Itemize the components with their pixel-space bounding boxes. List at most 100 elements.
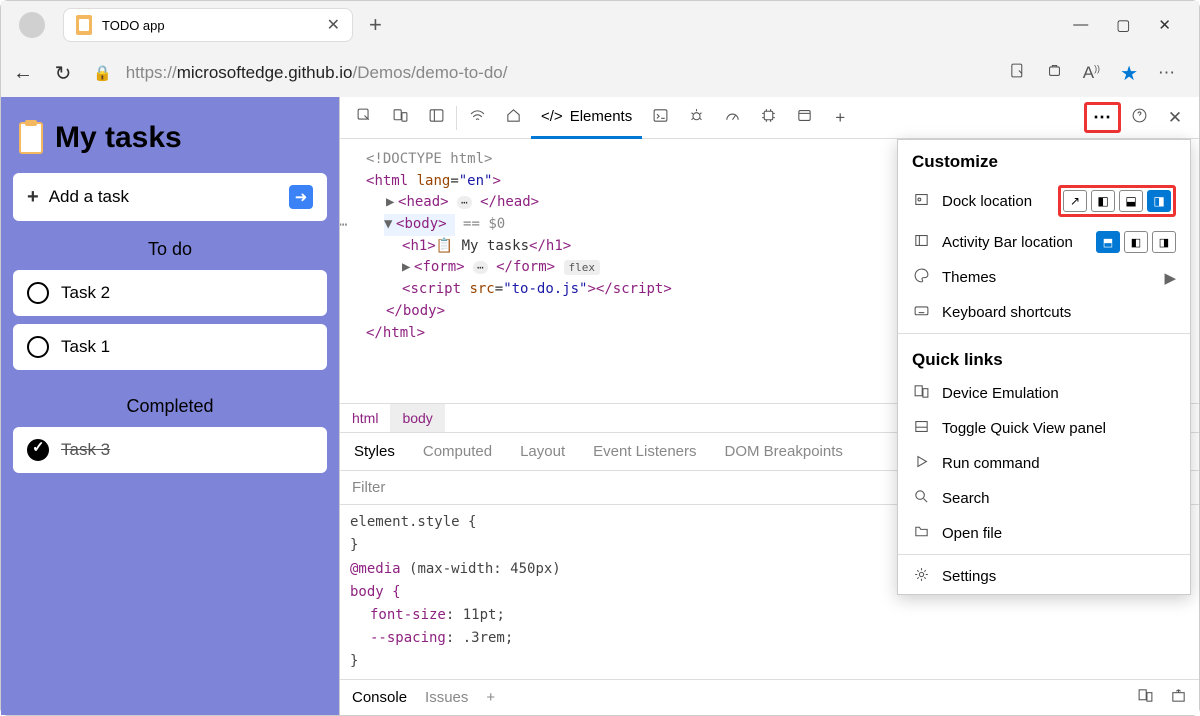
back-button[interactable]: ← <box>13 62 33 85</box>
add-task-placeholder: Add a task <box>49 187 279 207</box>
task-label: Task 3 <box>61 440 110 460</box>
favicon-icon <box>76 15 92 35</box>
activity-bar-row: Activity Bar location ⬒ ◧ ◨ <box>898 224 1190 260</box>
dock-location-group: ↗ ◧ ⬓ ◨ <box>1058 185 1176 217</box>
run-command-row[interactable]: Run command <box>898 446 1190 481</box>
quick-links-title: Quick links <box>898 338 1190 376</box>
window-close-icon[interactable]: ✕ <box>1158 16 1171 34</box>
tab-title: TODO app <box>102 18 317 33</box>
activity-right-icon[interactable]: ◨ <box>1152 231 1176 253</box>
device-icon <box>912 383 930 404</box>
read-aloud-icon[interactable]: A)) <box>1083 63 1100 83</box>
drawer-add-icon[interactable]: + <box>486 689 495 706</box>
dock-location-row: Dock location ↗ ◧ ⬓ ◨ <box>898 178 1190 224</box>
toggle-quick-view-row[interactable]: Toggle Quick View panel <box>898 411 1190 446</box>
window-maximize-icon[interactable]: ▢ <box>1116 16 1130 34</box>
devtools-pane: </> Elements + ⋯ ✕ ⋯ <!DOCTYPE html> <ht… <box>339 97 1199 715</box>
url-text: https://microsoftedge.github.io/Demos/de… <box>126 63 508 83</box>
performance-icon[interactable] <box>714 107 750 129</box>
dock-right-icon[interactable]: ◨ <box>1147 190 1171 212</box>
drawer-dock-icon[interactable] <box>1137 687 1154 708</box>
tab-computed[interactable]: Computed <box>409 433 506 470</box>
inspect-icon[interactable] <box>346 107 382 129</box>
keyboard-icon <box>912 302 930 323</box>
tab-styles[interactable]: Styles <box>340 433 409 470</box>
open-file-row[interactable]: Open file <box>898 516 1190 555</box>
themes-row[interactable]: Themes ▶ <box>898 260 1190 295</box>
edit-page-icon[interactable] <box>1009 62 1026 84</box>
drawer: Console Issues + <box>340 679 1199 715</box>
activity-bar-icon <box>912 232 930 253</box>
network-icon[interactable] <box>459 107 495 129</box>
window-minimize-icon[interactable]: — <box>1073 16 1088 34</box>
tab-elements[interactable]: </> Elements <box>531 97 642 139</box>
browser-menu-icon[interactable]: ⋯ <box>1158 63 1175 83</box>
memory-icon[interactable] <box>750 107 786 129</box>
device-toggle-icon[interactable] <box>382 107 418 129</box>
task-label: Task 2 <box>61 283 110 303</box>
activity-left-icon[interactable]: ◧ <box>1124 231 1148 253</box>
panel-icon <box>912 418 930 439</box>
dock-location-icon <box>912 191 930 212</box>
collections-icon[interactable] <box>1046 62 1063 84</box>
keyboard-shortcuts-row[interactable]: Keyboard shortcuts <box>898 295 1190 334</box>
browser-tab[interactable]: TODO app ✕ <box>63 8 353 42</box>
search-row[interactable]: Search <box>898 481 1190 516</box>
customize-title: Customize <box>898 140 1190 178</box>
tab-layout[interactable]: Layout <box>506 433 579 470</box>
task-row[interactable]: Task 2 <box>13 270 327 316</box>
profile-avatar[interactable] <box>19 12 45 38</box>
tab-dom-breakpoints[interactable]: DOM Breakpoints <box>711 433 857 470</box>
favorite-star-icon[interactable]: ★ <box>1120 61 1138 86</box>
palette-icon <box>912 267 930 288</box>
code-brackets-icon: </> <box>541 108 563 125</box>
debugger-icon[interactable] <box>678 107 714 129</box>
todo-app-pane: My tasks + Add a task ➜ To do Task 2 Tas… <box>1 97 339 715</box>
lock-icon: 🔒 <box>93 64 112 82</box>
dock-side-icon[interactable] <box>418 107 454 129</box>
devtools-more-button[interactable]: ⋯ <box>1084 102 1121 133</box>
task-checkbox-icon[interactable] <box>27 336 49 358</box>
console-icon[interactable] <box>642 107 678 129</box>
task-checkbox-icon[interactable] <box>27 282 49 304</box>
add-tab-icon[interactable]: + <box>822 108 858 128</box>
chevron-right-icon: ▶ <box>1164 269 1176 287</box>
home-icon[interactable] <box>495 107 531 129</box>
application-icon[interactable] <box>786 107 822 129</box>
settings-row[interactable]: Settings <box>898 559 1190 594</box>
submit-arrow-icon[interactable]: ➜ <box>289 185 313 209</box>
dock-bottom-icon[interactable]: ⬓ <box>1119 190 1143 212</box>
new-tab-button[interactable]: + <box>361 12 390 38</box>
search-icon <box>912 488 930 509</box>
tab-close-icon[interactable]: ✕ <box>327 15 340 35</box>
section-todo-header: To do <box>13 221 327 270</box>
dock-left-icon[interactable]: ◧ <box>1091 190 1115 212</box>
drawer-tab-issues[interactable]: Issues <box>425 689 468 706</box>
add-task-input[interactable]: + Add a task ➜ <box>13 173 327 221</box>
row-menu-icon[interactable]: ⋯ <box>340 215 347 237</box>
address-bar[interactable]: 🔒 https://microsoftedge.github.io/Demos/… <box>93 63 989 83</box>
drawer-tab-console[interactable]: Console <box>352 689 407 706</box>
play-icon <box>912 453 930 474</box>
task-checkbox-done-icon[interactable] <box>27 439 49 461</box>
crumb-html[interactable]: html <box>340 404 390 432</box>
devtools-close-icon[interactable]: ✕ <box>1157 108 1193 128</box>
dock-undock-icon[interactable]: ↗ <box>1063 190 1087 212</box>
task-row[interactable]: Task 1 <box>13 324 327 370</box>
gear-icon <box>912 566 930 587</box>
devtools-toolbar: </> Elements + ⋯ ✕ <box>340 97 1199 139</box>
customize-menu: Customize Dock location ↗ ◧ ⬓ ◨ Activity… <box>897 139 1191 595</box>
drawer-expand-icon[interactable] <box>1170 687 1187 708</box>
crumb-body[interactable]: body <box>390 404 444 432</box>
app-title: My tasks <box>55 121 182 155</box>
clipboard-icon <box>19 122 43 154</box>
tab-event-listeners[interactable]: Event Listeners <box>579 433 710 470</box>
help-icon[interactable] <box>1121 107 1157 129</box>
plus-icon: + <box>27 186 39 209</box>
device-emulation-row[interactable]: Device Emulation <box>898 376 1190 411</box>
task-row[interactable]: Task 3 <box>13 427 327 473</box>
section-completed-header: Completed <box>13 378 327 427</box>
folder-icon <box>912 523 930 544</box>
refresh-button[interactable]: ↻ <box>53 61 73 86</box>
activity-top-icon[interactable]: ⬒ <box>1096 231 1120 253</box>
